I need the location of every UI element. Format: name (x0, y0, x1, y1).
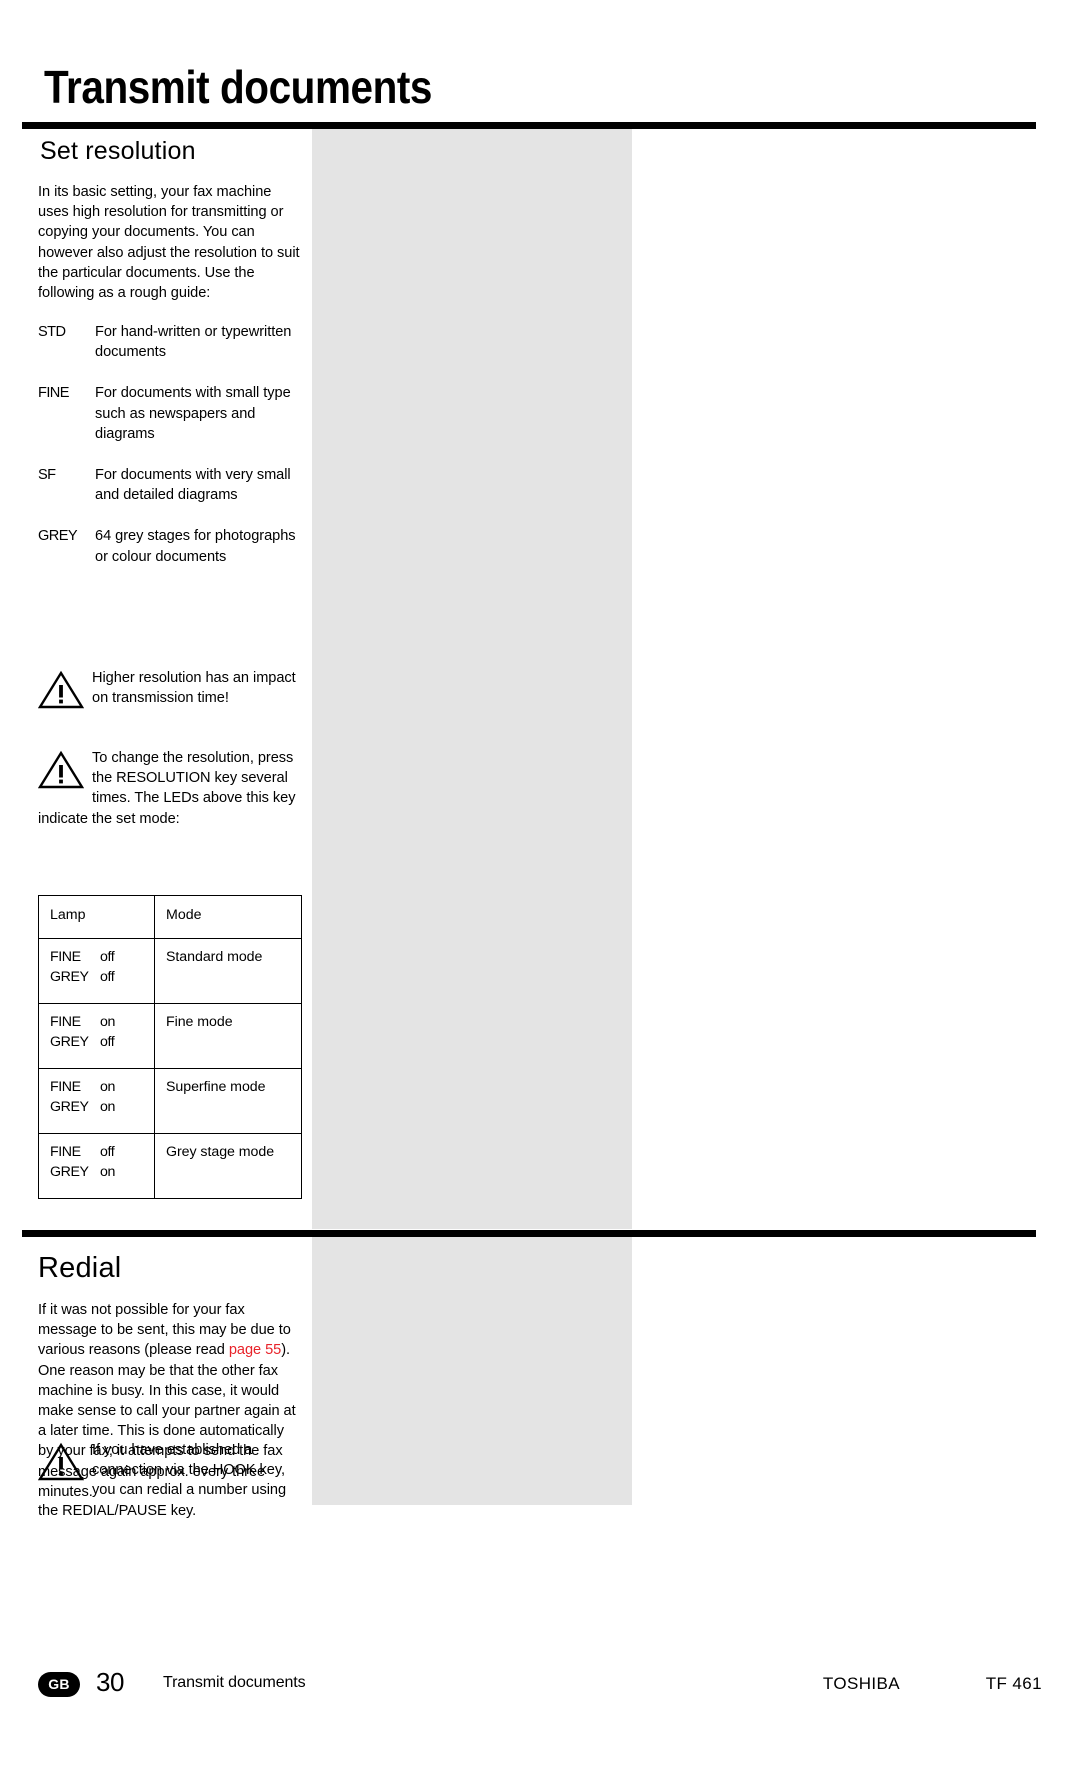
lamp-cell: FINE off GREY off (38, 938, 155, 1004)
lamp-state: off (100, 949, 115, 965)
lamp-state: on (100, 1014, 115, 1030)
lamp-state-line: FINE on (50, 1012, 154, 1032)
lamp-state: off (100, 1144, 115, 1160)
note-text-continuation: the REDIAL/PAUSE key. (38, 1502, 197, 1519)
footer-section-label: Transmit documents (163, 1674, 306, 1691)
lamp-state-line: GREY on (50, 1097, 154, 1117)
note-hook-redial: If you have established a connection via… (38, 1440, 304, 1521)
section-rule-divider (22, 1230, 1036, 1237)
illustration-panel-top (312, 129, 632, 1229)
note-transmission-time: Higher resolution has an impact on trans… (38, 668, 304, 710)
section-heading-set-resolution: Set resolution (40, 137, 196, 165)
lamp-name: FINE (50, 1079, 81, 1095)
lamp-state: off (100, 969, 115, 985)
lamp-state-line: FINE on (50, 1077, 154, 1097)
warning-triangle-icon (38, 1442, 84, 1481)
lamp-name: GREY (50, 969, 89, 985)
table-row: FINE on GREY on Superfine mode (38, 1068, 302, 1134)
definition-item: GREY 64 grey stages for photographs or c… (38, 526, 304, 566)
table-row: FINE off GREY on Grey stage mode (38, 1133, 302, 1199)
definition-item: STD For hand-written or typewritten docu… (38, 322, 304, 362)
lamp-state: off (100, 1034, 115, 1050)
brand-name: TOSHIBA (822, 1674, 900, 1693)
note-text: To change the resolution, press the RESO… (92, 750, 296, 807)
lamp-name: FINE (50, 1014, 81, 1030)
definition-description: For documents with small type such as ne… (95, 385, 291, 442)
lamp-cell: FINE off GREY on (38, 1133, 155, 1199)
table-row: FINE on GREY off Fine mode (38, 1003, 302, 1069)
lamp-name: GREY (50, 1099, 89, 1115)
lamp-name: GREY (50, 1164, 89, 1180)
lamp-state-line: GREY on (50, 1162, 154, 1182)
illustration-panel-bottom (312, 1237, 632, 1505)
definition-item: FINE For documents with small type such … (38, 383, 304, 444)
set-resolution-intro-paragraph: In its basic setting, your fax machine u… (38, 184, 300, 302)
page-reference-link[interactable]: page 55 (229, 1342, 281, 1358)
manual-page: Transmit documents Set resolution In its… (0, 0, 1080, 1773)
page-number: 30 (96, 1667, 124, 1697)
lamp-state: on (100, 1079, 115, 1095)
lamp-state: on (100, 1164, 115, 1180)
mode-cell: Grey stage mode (154, 1133, 302, 1199)
definition-term: STD (38, 324, 66, 340)
model-name: TF 461 (985, 1674, 1042, 1693)
lamp-state: on (100, 1099, 115, 1115)
mode-cell: Fine mode (154, 1003, 302, 1069)
warning-triangle-icon (38, 750, 84, 789)
definition-description: For documents with very small and detail… (95, 467, 291, 504)
page-footer: GB 30 Transmit documents TOSHIBA TF 461 (0, 1667, 1080, 1712)
lamp-mode-table: Lamp Mode FINE off GREY off Standard mod… (38, 895, 302, 1199)
lamp-cell: FINE on GREY on (38, 1068, 155, 1134)
lamp-name: GREY (50, 1034, 89, 1050)
column-header-mode: Mode (154, 895, 302, 939)
note-text: Higher resolution has an impact on trans… (92, 670, 296, 707)
table-header-row: Lamp Mode (38, 895, 302, 939)
definition-term: GREY (38, 528, 78, 545)
definition-item: SF For documents with very small and det… (38, 465, 304, 505)
lamp-cell: FINE on GREY off (38, 1003, 155, 1069)
lamp-state-line: FINE off (50, 1142, 154, 1162)
lamp-state-line: FINE off (50, 947, 154, 967)
note-change-resolution: To change the resolution, press the RESO… (38, 748, 304, 829)
note-text: If you have established a connection via… (92, 1442, 287, 1499)
definition-description: For hand-written or typewritten document… (95, 324, 292, 361)
lamp-state-line: GREY off (50, 1032, 154, 1052)
title-rule-divider (22, 122, 1036, 129)
warning-triangle-icon (38, 670, 84, 709)
lamp-name: FINE (50, 1144, 81, 1160)
section-heading-redial: Redial (38, 1252, 122, 1284)
lamp-state-line: GREY off (50, 967, 154, 987)
mode-cell: Standard mode (154, 938, 302, 1004)
resolution-definition-list: STD For hand-written or typewritten docu… (38, 322, 304, 588)
note-text-continuation: indicate the set mode: (38, 810, 180, 827)
lamp-name: FINE (50, 949, 81, 965)
table-row: FINE off GREY off Standard mode (38, 938, 302, 1004)
definition-term: FINE (38, 385, 69, 402)
column-header-lamp: Lamp (38, 895, 155, 939)
definition-term: SF (38, 467, 56, 484)
page-title: Transmit documents (44, 61, 432, 113)
definition-description: 64 grey stages for photographs or colour… (95, 528, 296, 565)
language-badge: GB (38, 1672, 80, 1697)
mode-cell: Superfine mode (154, 1068, 302, 1134)
